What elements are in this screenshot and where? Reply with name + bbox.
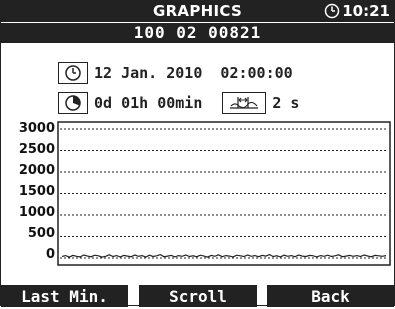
device-id: 100 02 00821 (133, 23, 262, 42)
last-min-button[interactable]: Last Min. (1, 285, 128, 307)
title-bar: GRAPHICS 10:21 (1, 1, 394, 22)
y-tick-label: 2000 (18, 163, 55, 178)
clock-time: 10:21 (342, 2, 390, 20)
back-button[interactable]: Back (267, 285, 394, 307)
line-chart (57, 121, 391, 266)
interval-value: 2 s (272, 94, 300, 112)
duration-icon (58, 92, 88, 114)
series-line (61, 253, 387, 258)
y-tick-label: 0 (45, 247, 55, 262)
start-datetime-row: 12 Jan. 2010 02:00:00 (58, 62, 293, 84)
clock-icon (325, 3, 340, 19)
calendar-clock-icon (58, 62, 88, 84)
start-datetime: 12 Jan. 2010 02:00:00 (94, 64, 293, 82)
y-tick-label: 500 (27, 226, 55, 241)
duration-row: 0d 01h 00min 2 s (58, 92, 299, 114)
device-screen: GRAPHICS 10:21 100 02 00821 12 Jan. 2010… (0, 0, 395, 307)
interval-icon (222, 92, 267, 114)
y-tick-label: 2500 (18, 142, 55, 157)
scroll-button[interactable]: Scroll (139, 285, 257, 307)
y-tick-label: 1000 (18, 205, 55, 220)
y-tick-label: 3000 (18, 121, 55, 136)
clock-display: 10:21 (324, 2, 390, 20)
y-tick-label: 1500 (18, 184, 55, 199)
duration-value: 0d 01h 00min (94, 94, 203, 112)
device-id-bar: 100 02 00821 (1, 22, 394, 43)
